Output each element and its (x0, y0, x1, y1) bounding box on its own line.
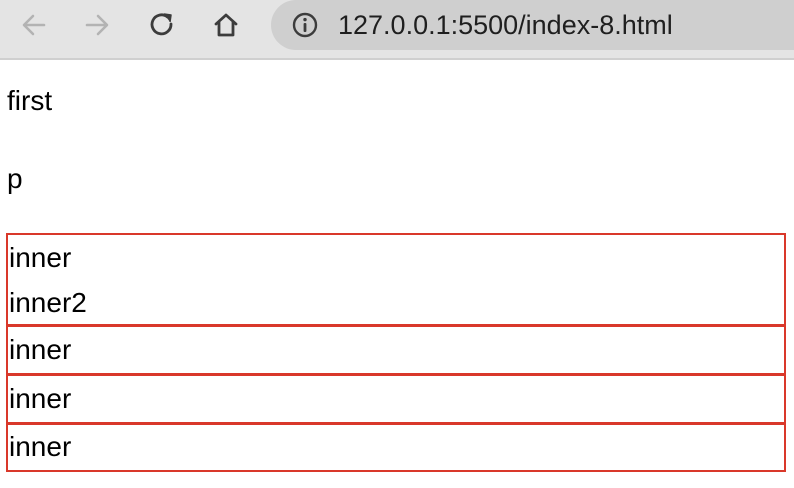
inner-text: inner (9, 431, 72, 462)
forward-arrow-icon (85, 14, 109, 36)
reload-icon (150, 13, 173, 36)
paragraph-first: first (7, 85, 53, 116)
inner-box-2: inner (6, 325, 786, 375)
home-icon (214, 13, 238, 37)
browser-toolbar: 127.0.0.1:5500/index-8.html (0, 0, 794, 60)
inner-text: inner2 (9, 287, 87, 318)
back-button[interactable] (14, 8, 54, 42)
inner-box-3: inner (6, 374, 786, 424)
paragraph-p: p (7, 163, 23, 194)
home-button[interactable] (206, 8, 246, 42)
inner-text: inner (9, 383, 72, 414)
inner-text: inner (9, 334, 72, 365)
address-bar[interactable]: 127.0.0.1:5500/index-8.html (271, 0, 794, 50)
inner-text: inner (9, 242, 72, 273)
info-icon[interactable] (291, 11, 319, 39)
forward-button[interactable] (77, 8, 117, 42)
reload-button[interactable] (142, 8, 182, 42)
url-text[interactable]: 127.0.0.1:5500/index-8.html (338, 9, 673, 41)
back-arrow-icon (22, 14, 46, 36)
inner-box-1: inner inner2 (6, 233, 786, 326)
inner-box-4: inner (6, 423, 786, 472)
